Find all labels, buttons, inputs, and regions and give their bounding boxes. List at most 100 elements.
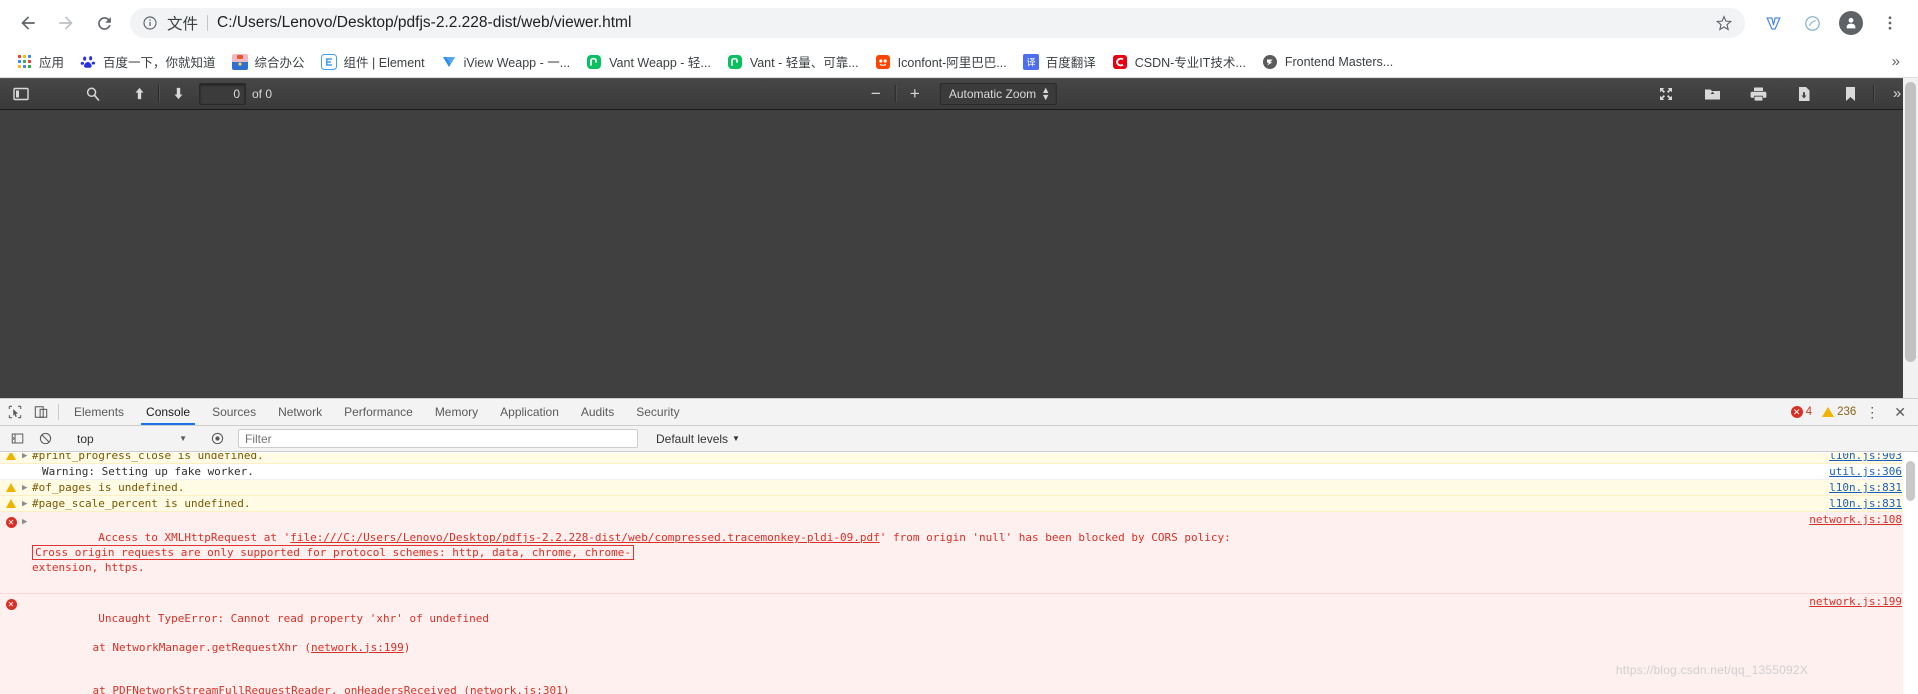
inspect-element-icon[interactable] <box>2 399 28 425</box>
expand-arrow-icon[interactable]: ▶ <box>22 481 32 493</box>
tab-network[interactable]: Network <box>267 399 333 425</box>
vant-icon <box>586 54 602 70</box>
warning-count-value: 236 <box>1837 406 1857 418</box>
zoom-in-button[interactable]: + <box>900 81 930 106</box>
source-link[interactable]: l10n.js:831 <box>1829 497 1902 510</box>
console-scrollbar-track[interactable] <box>1903 453 1918 694</box>
profile-avatar[interactable] <box>1833 5 1869 41</box>
console-message-log[interactable]: Warning: Setting up fake worker. util.js… <box>0 464 1918 480</box>
bookmark-vant-weapp[interactable]: Vant Weapp - 轻... <box>578 49 719 74</box>
url-text[interactable]: C:/Users/Lenovo/Desktop/pdfjs-2.2.228-di… <box>217 14 1707 32</box>
back-button[interactable] <box>10 5 46 41</box>
bookmark-label: 组件 | Element <box>343 56 425 70</box>
source-link[interactable]: network.js:199 <box>1809 595 1902 608</box>
bookmark-iview-weapp[interactable]: iView Weapp - 一... <box>433 49 579 74</box>
device-toolbar-icon[interactable] <box>28 399 54 425</box>
page-scrollbar-thumb[interactable] <box>1905 82 1916 362</box>
find-search-icon[interactable] <box>78 81 108 106</box>
close-icon[interactable]: ✕ <box>1888 404 1912 421</box>
console-sidebar-icon[interactable] <box>4 432 30 445</box>
bookmark-icon[interactable] <box>1835 81 1865 106</box>
source-link[interactable]: util.js:306 <box>1829 465 1902 478</box>
clear-console-icon[interactable] <box>32 432 58 445</box>
error-count-value: 4 <box>1805 406 1813 418</box>
console-message-list[interactable]: ▶ #print_progress_close is undefined. l1… <box>0 453 1918 694</box>
page-count-label: of 0 <box>252 86 273 101</box>
expand-arrow-icon[interactable]: ▶ <box>22 497 32 509</box>
zoom-level-select[interactable]: Automatic Zoom ▲ ▼ <box>939 82 1058 105</box>
previous-page-icon[interactable] <box>124 81 154 106</box>
extension-icon[interactable] <box>1794 5 1830 41</box>
error-count-badge[interactable]: ✕ 4 <box>1790 406 1813 418</box>
bookmarks-overflow-button[interactable]: » <box>1882 53 1910 70</box>
console-message-error[interactable]: ✕ ▶ Access to XMLHttpRequest at 'file://… <box>0 512 1918 594</box>
bookmark-label: 应用 <box>39 56 65 70</box>
tab-label: Memory <box>434 405 479 419</box>
console-filter-input[interactable] <box>238 429 638 448</box>
pdf-viewer-canvas[interactable] <box>0 110 1918 402</box>
tab-label: Elements <box>74 405 125 419</box>
bookmark-iconfont[interactable]: Iconfont-阿里巴巴... <box>867 49 1015 74</box>
download-icon[interactable] <box>1789 81 1819 106</box>
error-title: Uncaught TypeError: Cannot read property… <box>98 611 489 625</box>
svg-text:译: 译 <box>1026 57 1035 68</box>
sidebar-toggle-icon[interactable] <box>6 81 36 106</box>
screen-root: 文件 C:/Users/Lenovo/Desktop/pdfjs-2.2.228… <box>0 0 1918 694</box>
tab-memory[interactable]: Memory <box>424 399 489 425</box>
zoom-out-button[interactable]: − <box>861 81 891 106</box>
cors-file-url[interactable]: file:///C:/Users/Lenovo/Desktop/pdfjs-2.… <box>290 531 879 544</box>
source-link[interactable]: network.js:108 <box>1809 513 1902 526</box>
tab-console[interactable]: Console <box>135 399 201 425</box>
vimium-extension-icon[interactable] <box>1755 5 1791 41</box>
tab-audits[interactable]: Audits <box>570 399 625 425</box>
open-file-icon[interactable] <box>1697 81 1727 106</box>
stack-link[interactable]: network.js:301 <box>470 684 563 694</box>
tab-sources[interactable]: Sources <box>201 399 267 425</box>
tab-performance[interactable]: Performance <box>333 399 424 425</box>
reload-button[interactable] <box>86 5 122 41</box>
chrome-menu-button[interactable] <box>1872 5 1908 41</box>
address-bar[interactable]: 文件 C:/Users/Lenovo/Desktop/pdfjs-2.2.228… <box>130 8 1745 38</box>
expand-arrow-icon[interactable]: ▶ <box>22 515 32 527</box>
page-number-input[interactable] <box>199 82 246 105</box>
bookmark-csdn[interactable]: CSDN-专业IT技术... <box>1104 49 1254 74</box>
console-scrollbar-thumb[interactable] <box>1906 461 1915 501</box>
console-message-warning[interactable]: ▶ #of_pages is undefined. l10n.js:831 <box>0 480 1918 496</box>
next-page-icon[interactable] <box>163 81 193 106</box>
warning-triangle-icon <box>0 453 22 460</box>
cors-text-pre: Access to XMLHttpRequest at ' <box>98 531 291 544</box>
bookmark-apps[interactable]: 应用 <box>8 49 72 74</box>
tab-security[interactable]: Security <box>625 399 690 425</box>
stack-link[interactable]: network.js:199 <box>311 641 404 654</box>
warning-count-badge[interactable]: 236 <box>1822 406 1856 418</box>
live-expression-icon[interactable] <box>204 432 230 445</box>
print-icon[interactable] <box>1743 81 1773 106</box>
console-message-warning[interactable]: ▶ #print_progress_close is undefined. l1… <box>0 453 1918 464</box>
tab-label: Application <box>500 405 559 419</box>
source-link[interactable]: l10n.js:903 <box>1829 453 1902 462</box>
tab-application[interactable]: Application <box>489 399 570 425</box>
info-circle-icon[interactable] <box>142 15 158 31</box>
bookmark-frontend-masters[interactable]: Frontend Masters... <box>1254 51 1401 73</box>
bookmark-baidu-fanyi[interactable]: 译 百度翻译 <box>1015 49 1104 74</box>
scheme-label: 文件 <box>167 16 199 33</box>
bookmark-baidu[interactable]: 百度一下，你就知道 <box>72 49 224 74</box>
page-scrollbar-track[interactable] <box>1903 78 1918 398</box>
bookmark-office[interactable]: 综合办公 <box>224 49 313 74</box>
tabbar-divider <box>58 404 59 420</box>
presentation-mode-icon[interactable] <box>1651 81 1681 106</box>
message-text: Warning: Setting up fake worker. <box>42 465 254 478</box>
bookmark-vant[interactable]: Vant - 轻量、可靠... <box>719 49 867 74</box>
execution-context-select[interactable]: top ▼ <box>71 429 191 448</box>
frontend-masters-icon <box>1262 54 1278 70</box>
console-message-warning[interactable]: ▶ #page_scale_percent is undefined. l10n… <box>0 496 1918 512</box>
console-message-error[interactable]: ✕ Uncaught TypeError: Cannot read proper… <box>0 594 1918 694</box>
forward-button[interactable] <box>48 5 84 41</box>
kebab-menu-icon[interactable]: ⋮ <box>1858 404 1886 421</box>
bookmark-element[interactable]: 组件 | Element <box>313 49 433 74</box>
tab-elements[interactable]: Elements <box>63 399 135 425</box>
bookmark-star-icon[interactable] <box>1707 14 1733 32</box>
source-link[interactable]: l10n.js:831 <box>1829 481 1902 494</box>
log-levels-select[interactable]: Default levels ▼ <box>656 432 740 446</box>
expand-arrow-icon[interactable]: ▶ <box>22 453 32 461</box>
